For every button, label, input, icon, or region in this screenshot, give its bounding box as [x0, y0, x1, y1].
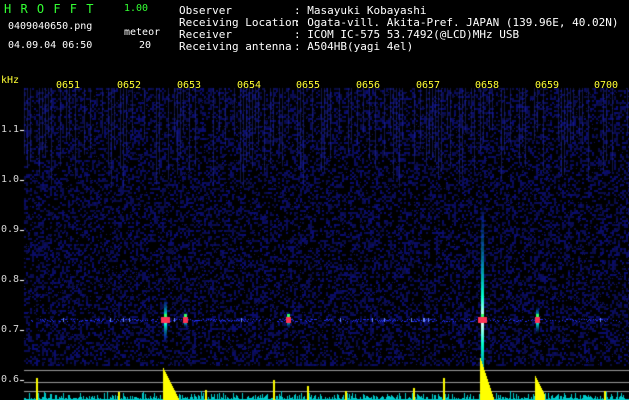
antenna-label: Receiving antenna	[179, 40, 292, 53]
freq-tick: 0.7	[1, 324, 20, 335]
app-version: 1.00	[124, 3, 149, 14]
time-tick: 0658	[475, 80, 500, 91]
time-tick: 0657	[416, 80, 441, 91]
time-tick: 0653	[177, 80, 202, 91]
freq-tick: 0.6	[1, 374, 20, 385]
time-tick: 0654	[237, 80, 262, 91]
freq-tick: 0.9	[1, 224, 20, 235]
date-time: 04.09.04 06:50	[8, 40, 93, 51]
app-title: H R O F F T	[4, 2, 95, 16]
freq-tick: 0.8	[1, 274, 20, 285]
time-tick: 0655	[296, 80, 321, 91]
freq-tick: 1.0	[1, 174, 20, 185]
meteor-count: 20	[139, 40, 152, 51]
time-tick: 0651	[56, 80, 81, 91]
time-tick: 0656	[356, 80, 381, 91]
antenna-value: : A504HB(yagi 4el)	[294, 40, 414, 53]
file-name: 0409040650.png	[8, 21, 93, 32]
counter-label: meteor	[124, 27, 161, 38]
time-tick: 0659	[535, 80, 560, 91]
time-tick: 0700	[594, 80, 619, 91]
header-panel: H R O F F T 1.00 0409040650.png meteor 0…	[0, 0, 629, 74]
frequency-unit-label: kHz	[1, 75, 20, 86]
time-tick: 0652	[117, 80, 142, 91]
freq-tick: 1.1	[1, 124, 20, 135]
